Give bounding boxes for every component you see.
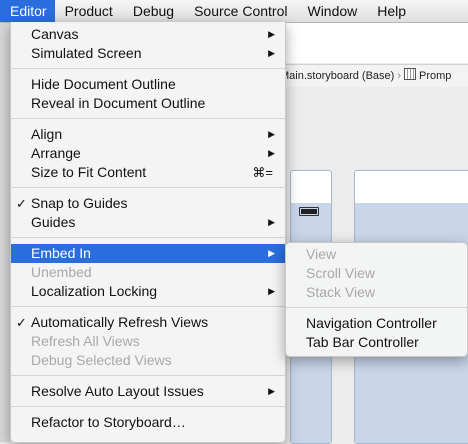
battery-icon — [299, 207, 319, 216]
menu-separator — [11, 406, 285, 407]
menu-item-label: Guides — [31, 214, 76, 230]
menu-item-label: Scroll View — [306, 265, 375, 281]
menu-item-canvas[interactable]: Canvas ▶ — [11, 25, 285, 44]
menubar-debug[interactable]: Debug — [123, 0, 184, 22]
menu-item-label: Simulated Screen — [31, 45, 142, 61]
menu-separator — [286, 307, 467, 308]
menu-separator — [11, 306, 285, 307]
menu-item-simulated-screen[interactable]: Simulated Screen ▶ — [11, 44, 285, 63]
submenu-arrow-icon: ▶ — [268, 217, 275, 227]
editor-menu: Canvas ▶ Simulated Screen ▶ Hide Documen… — [10, 22, 286, 443]
menu-item-refactor-to-storyboard[interactable]: Refactor to Storyboard… — [11, 413, 285, 432]
jump-bar-scene[interactable]: Promp — [419, 70, 451, 82]
menu-item-label: Snap to Guides — [31, 195, 128, 211]
menu-item-label: Refresh All Views — [31, 333, 140, 349]
menubar-product[interactable]: Product — [55, 0, 123, 22]
menu-item-label: Arrange — [31, 145, 81, 161]
submenu-arrow-icon: ▶ — [268, 248, 275, 258]
menu-item-label: Reveal in Document Outline — [31, 95, 206, 111]
checkmark-icon: ✓ — [16, 315, 27, 330]
menu-item-guides[interactable]: Guides ▶ — [11, 213, 285, 232]
menubar-source-control[interactable]: Source Control — [184, 0, 297, 22]
menu-item-debug-selected-views: Debug Selected Views — [11, 351, 285, 370]
submenu-item-scroll-view: Scroll View — [286, 264, 467, 283]
submenu-arrow-icon: ▶ — [268, 48, 275, 58]
submenu-item-stack-view: Stack View — [286, 283, 467, 302]
submenu-arrow-icon: ▶ — [268, 129, 275, 139]
menu-separator — [11, 118, 285, 119]
menu-separator — [11, 187, 285, 188]
menu-item-label: Size to Fit Content — [31, 164, 147, 180]
menubar-window[interactable]: Window — [297, 0, 367, 22]
chevron-right-icon: › — [397, 70, 401, 82]
editor-toolbar-area — [280, 23, 468, 63]
menu-item-label: Refactor to Storyboard… — [31, 414, 186, 430]
menu-item-label: Align — [31, 126, 63, 142]
menu-item-reveal-in-document-outline[interactable]: Reveal in Document Outline — [11, 94, 285, 113]
menu-item-label: Hide Document Outline — [31, 76, 176, 92]
menu-separator — [11, 68, 285, 69]
embed-in-submenu: View Scroll View Stack View Navigation C… — [285, 242, 468, 357]
menu-item-snap-to-guides[interactable]: ✓ Snap to Guides — [11, 194, 285, 213]
menu-item-label: Unembed — [31, 264, 92, 280]
menu-item-label: Canvas — [31, 26, 79, 42]
menu-item-label: Stack View — [306, 284, 375, 300]
menu-item-align[interactable]: Align ▶ — [11, 125, 285, 144]
menu-item-localization-locking[interactable]: Localization Locking ▶ — [11, 282, 285, 301]
menu-item-label: Debug Selected Views — [31, 352, 172, 368]
menu-item-unembed: Unembed — [11, 263, 285, 282]
checkmark-icon: ✓ — [16, 196, 27, 211]
menu-bar: Editor Product Debug Source Control Wind… — [0, 0, 468, 23]
menu-item-automatically-refresh-views[interactable]: ✓ Automatically Refresh Views — [11, 313, 285, 332]
keyboard-shortcut: ⌘= — [252, 165, 273, 180]
jump-bar-file[interactable]: Main.storyboard (Base) — [280, 70, 394, 82]
jump-bar[interactable]: Main.storyboard (Base) › Promp — [280, 64, 468, 88]
menu-item-label: Navigation Controller — [306, 315, 437, 331]
submenu-arrow-icon: ▶ — [268, 386, 275, 396]
submenu-arrow-icon: ▶ — [268, 286, 275, 296]
submenu-arrow-icon: ▶ — [268, 148, 275, 158]
submenu-item-tab-bar-controller[interactable]: Tab Bar Controller — [286, 333, 467, 352]
submenu-item-navigation-controller[interactable]: Navigation Controller — [286, 314, 467, 333]
menu-item-label: Resolve Auto Layout Issues — [31, 383, 204, 399]
submenu-arrow-icon: ▶ — [268, 29, 275, 39]
menu-item-label: Automatically Refresh Views — [31, 314, 209, 330]
menu-item-hide-document-outline[interactable]: Hide Document Outline — [11, 75, 285, 94]
menubar-editor[interactable]: Editor — [0, 0, 55, 22]
left-navigator-strip — [0, 23, 10, 442]
menu-item-label: Tab Bar Controller — [306, 334, 419, 350]
menu-item-arrange[interactable]: Arrange ▶ — [11, 144, 285, 163]
menubar-help[interactable]: Help — [367, 0, 416, 22]
menu-item-label: View — [306, 246, 337, 262]
menu-item-label: Localization Locking — [31, 283, 158, 299]
menu-item-refresh-all-views: Refresh All Views — [11, 332, 285, 351]
menu-item-embed-in[interactable]: Embed In ▶ — [11, 244, 285, 263]
menu-item-size-to-fit-content[interactable]: Size to Fit Content ⌘= — [11, 163, 285, 182]
menu-separator — [11, 375, 285, 376]
submenu-item-view: View — [286, 245, 467, 264]
menu-item-resolve-auto-layout-issues[interactable]: Resolve Auto Layout Issues ▶ — [11, 382, 285, 401]
storyboard-scene-icon — [404, 68, 416, 80]
menu-item-label: Embed In — [31, 245, 91, 261]
menu-separator — [11, 237, 285, 238]
